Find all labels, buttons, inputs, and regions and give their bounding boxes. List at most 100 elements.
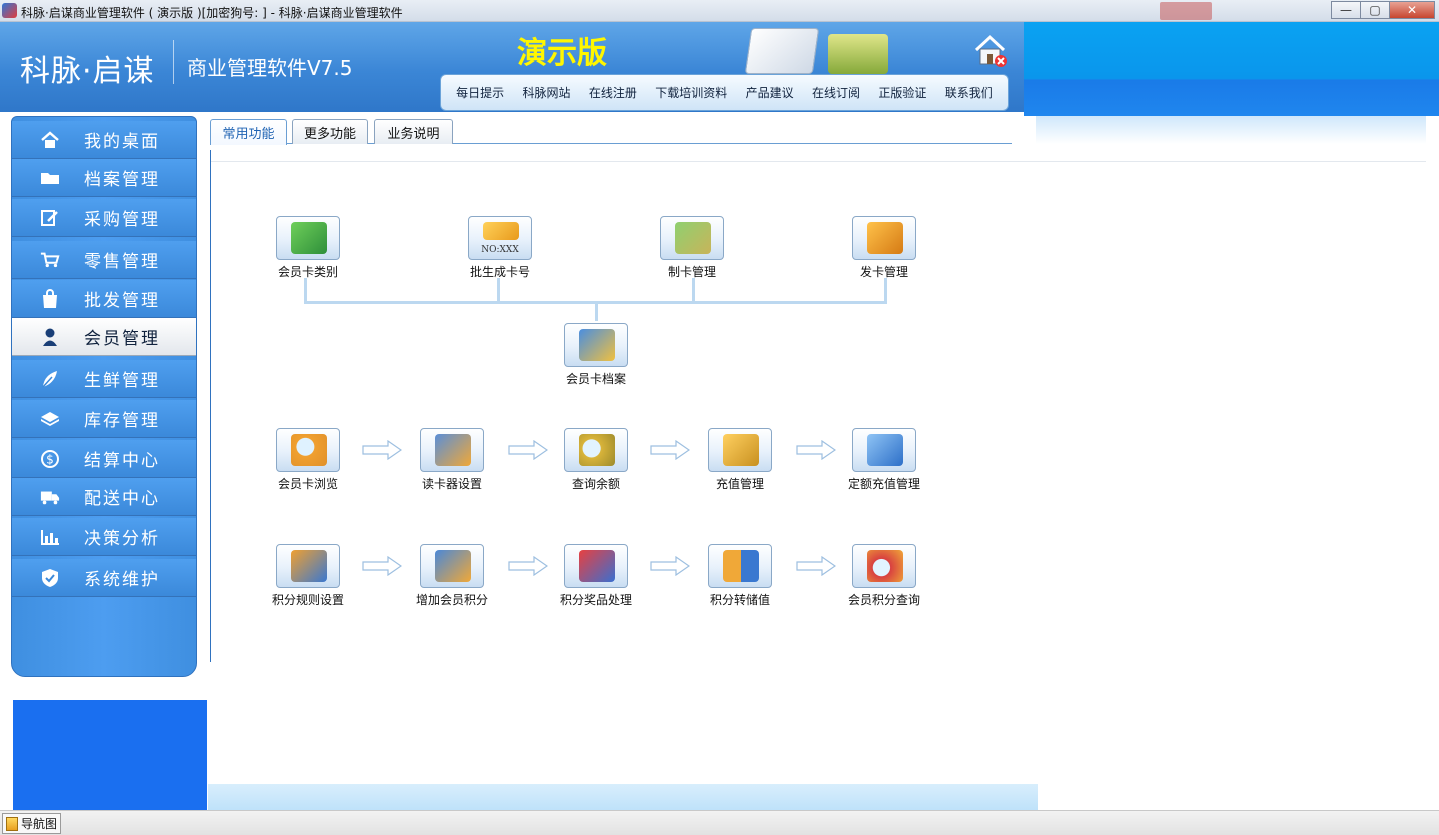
fn-points-to-value[interactable]: 积分转储值 (692, 544, 788, 608)
top-nav: 每日提示 科脉网站 在线注册 下载培训资料 产品建议 在线订阅 正版验证 联系我… (440, 74, 1009, 111)
header-extension (1024, 22, 1439, 116)
folder-icon (40, 168, 60, 188)
nav-suggestion[interactable]: 产品建议 (746, 84, 794, 101)
nav-website[interactable]: 科脉网站 (523, 84, 571, 101)
demo-label: 演示版 (517, 36, 607, 71)
nav-register[interactable]: 在线注册 (589, 84, 637, 101)
fn-label: 充值管理 (715, 477, 764, 491)
sidebar-item-label: 决策分析 (84, 529, 160, 549)
close-button[interactable]: ✕ (1389, 1, 1435, 19)
nav-daily-tips[interactable]: 每日提示 (456, 84, 504, 101)
arrow-right-icon (362, 440, 402, 460)
fn-card-issue[interactable]: 发卡管理 (836, 216, 932, 280)
fn-card-browse[interactable]: 会员卡浏览 (260, 428, 356, 492)
fn-label: 制卡管理 (667, 265, 716, 279)
fn-label: 积分规则设置 (271, 593, 344, 607)
fn-label: 会员卡档案 (565, 372, 626, 386)
box-icon (40, 409, 60, 429)
shield-icon (40, 568, 60, 588)
fn-card-archive[interactable]: 会员卡档案 (548, 323, 644, 387)
people-gear-icon (276, 544, 340, 588)
sidebar-item-analysis[interactable]: 决策分析 (12, 518, 196, 556)
fn-prize-processing[interactable]: 积分奖品处理 (548, 544, 644, 608)
sidebar-item-label: 配送中心 (84, 489, 160, 509)
fn-label: 增加会员积分 (415, 593, 488, 607)
window-titlebar: 科脉·启谋商业管理软件 ( 演示版 )[加密狗号: ] - 科脉·启谋商业管理软… (0, 0, 1439, 22)
sidebar-item-maintenance[interactable]: 系统维护 (12, 559, 196, 597)
arrow-right-icon (362, 556, 402, 576)
fn-fixed-recharge[interactable]: 定额充值管理 (836, 428, 932, 492)
sidebar-item-wholesale[interactable]: 批发管理 (12, 280, 196, 318)
exit-home-icon[interactable] (972, 32, 1008, 68)
sidebar-item-label: 结算中心 (84, 451, 160, 471)
navmap-icon (6, 816, 18, 831)
connector-line (595, 301, 598, 321)
fn-balance-query[interactable]: 查询余额 (548, 428, 644, 492)
report-chart-icon (744, 28, 820, 74)
sidebar-item-settlement[interactable]: $ 结算中心 (12, 440, 196, 478)
tab-common[interactable]: 常用功能 (210, 119, 287, 145)
sidebar-item-distribution[interactable]: 配送中心 (12, 478, 196, 516)
fn-batch-card-number[interactable]: NO:XXX 批生成卡号 (452, 216, 548, 280)
fn-label: 会员卡类别 (277, 265, 338, 279)
card-archive-icon (564, 323, 628, 367)
content-left-border (210, 150, 211, 662)
sidebar-item-purchase[interactable]: 采购管理 (12, 199, 196, 237)
sidebar-item-members[interactable]: 会员管理 (12, 318, 196, 356)
sidebar-item-archives[interactable]: 档案管理 (12, 159, 196, 197)
window-controls: — ▢ ✕ (1331, 1, 1435, 19)
sidebar-item-retail[interactable]: 零售管理 (12, 241, 196, 279)
gift-box-icon (564, 544, 628, 588)
arrow-right-icon (796, 556, 836, 576)
fn-card-making[interactable]: 制卡管理 (644, 216, 740, 280)
fn-label: 积分转储值 (709, 593, 770, 607)
minimize-button[interactable]: — (1331, 1, 1361, 19)
sidebar-item-desktop[interactable]: 我的桌面 (12, 121, 196, 159)
nav-contact[interactable]: 联系我们 (945, 84, 993, 101)
sidebar-menu: 我的桌面 档案管理 采购管理 零售管理 批发管理 会员管理 生鲜管理 库存管理 … (11, 116, 197, 677)
card-stack-icon (276, 216, 340, 260)
arrow-right-icon (508, 556, 548, 576)
app-header: 科脉·启谋 商业管理软件V7.5 演示版 每日提示 科脉网站 在线注册 下载培训… (0, 22, 1024, 112)
sidebar-item-label: 采购管理 (84, 210, 160, 230)
fn-label: 会员积分查询 (847, 593, 920, 607)
fn-reader-settings[interactable]: 读卡器设置 (404, 428, 500, 492)
magnifier-icon (276, 428, 340, 472)
fn-card-category[interactable]: 会员卡类别 (260, 216, 356, 280)
sidebar-item-fresh[interactable]: 生鲜管理 (12, 360, 196, 398)
arrow-right-icon (796, 440, 836, 460)
fn-points-rules[interactable]: 积分规则设置 (260, 544, 356, 608)
fn-label: 查询余额 (571, 477, 620, 491)
fn-label: 会员卡浏览 (277, 477, 338, 491)
fn-label: 积分奖品处理 (559, 593, 632, 607)
arrow-right-icon (508, 440, 548, 460)
sidebar-item-inventory[interactable]: 库存管理 (12, 400, 196, 438)
navmap-label: 导航图 (21, 817, 58, 831)
user-icon (40, 327, 60, 347)
fn-label: 发卡管理 (859, 265, 908, 279)
arrow-right-icon (650, 556, 690, 576)
people-search-icon (420, 544, 484, 588)
leaf-icon (40, 369, 60, 389)
points-exchange-icon (708, 544, 772, 588)
nav-subscribe[interactable]: 在线订阅 (812, 84, 860, 101)
fn-add-points[interactable]: 增加会员积分 (404, 544, 500, 608)
fn-points-query[interactable]: 会员积分查询 (836, 544, 932, 608)
recharge-icon (708, 428, 772, 472)
sidebar-item-label: 生鲜管理 (84, 371, 160, 391)
sidebar-item-label: 系统维护 (84, 570, 160, 590)
content-divider (211, 161, 1426, 162)
nav-download-training[interactable]: 下载培训资料 (655, 84, 727, 101)
sidebar-item-label: 档案管理 (84, 170, 160, 190)
maximize-button[interactable]: ▢ (1360, 1, 1390, 19)
sidebar-item-label: 批发管理 (84, 291, 160, 311)
navmap-button[interactable]: 导航图 (2, 813, 62, 834)
tab-help[interactable]: 业务说明 (374, 119, 453, 144)
cart-icon (40, 250, 60, 270)
tab-more[interactable]: 更多功能 (292, 119, 368, 144)
nav-verify[interactable]: 正版验证 (878, 84, 926, 101)
edit-icon (40, 208, 60, 228)
app-icon (2, 3, 17, 18)
fn-recharge[interactable]: 充值管理 (692, 428, 788, 492)
dollar-icon: $ (40, 449, 60, 469)
